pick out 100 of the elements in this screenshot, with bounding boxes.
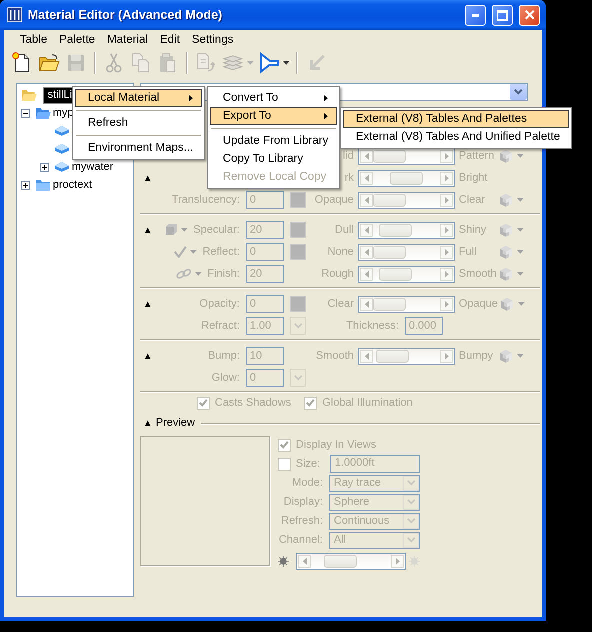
checkbox-label: Casts Shadows [215,397,292,409]
open-folder-icon[interactable] [38,52,60,74]
dropdown-button[interactable] [510,84,527,100]
cone-icon[interactable] [258,52,280,74]
slider-label: Clear [459,194,486,206]
chevron-down-icon [514,89,523,95]
slider-label: rk [344,172,354,184]
close-button[interactable] [519,4,540,26]
menu-item[interactable]: External (V8) Tables And Palettes [343,110,570,128]
menu-bar-item[interactable]: Palette [54,34,102,46]
menu-item[interactable]: Environment Maps... [75,139,202,157]
left-arrow-icon [364,152,368,160]
field-label: Refresh: [280,515,323,527]
menu-item[interactable]: Refresh [75,114,202,132]
menu-bar-item[interactable]: Settings [186,34,240,46]
scroll-right-button[interactable] [440,150,453,162]
right-arrow-icon [444,300,448,308]
chevron-down-icon [406,499,416,505]
collapse-arrow[interactable]: ▲ [140,418,156,428]
menu-item[interactable]: External (V8) Tables And Unified Palette [343,128,570,146]
slider-label: lid [342,150,354,162]
dropdown-button[interactable] [403,532,419,548]
menu-bar-item[interactable]: Table [14,34,54,46]
slider-label: Pattern [459,150,496,162]
right-arrow-icon [444,152,448,160]
section-title: Preview [156,417,196,429]
maximize-icon [497,10,508,20]
tree-item[interactable]: mywater [70,159,116,175]
menu-bar-item[interactable]: Edit [154,34,186,46]
field-label: Channel: [278,534,323,546]
slider-label: Shiny [459,224,488,236]
menu-item[interactable]: Update From Library [210,132,338,150]
minimize-button[interactable] [465,4,486,26]
scroll-left-button[interactable] [360,224,373,236]
maximize-button[interactable] [492,4,513,26]
right-arrow-icon [444,196,448,204]
slider[interactable] [296,553,406,570]
scroll-left-button[interactable] [360,150,373,162]
field-label: Mode: [291,477,323,489]
dropdown-button[interactable] [403,514,419,528]
slider-label: Bumpy [459,350,494,362]
scroll-right-button[interactable] [440,194,453,206]
left-arrow-icon [302,558,306,565]
window-title: Material Editor (Advanced Mode) [28,8,224,22]
slider-label: Rough [322,268,354,280]
left-arrow-icon [364,196,368,204]
scroll-right-button[interactable] [440,298,453,310]
left-arrow-icon [364,270,368,278]
checkbox-label: Display In Views [296,439,376,451]
menu-bar-item[interactable]: Material [101,34,154,46]
menu-item[interactable]: Export To [210,107,338,125]
field-label: Translucency: [172,194,240,206]
chevron-down-icon [294,323,302,329]
slider-label: Smooth [316,350,354,362]
slider-label: Clear [328,298,354,310]
field-label: Finish: [208,268,240,280]
tree-item[interactable]: proctext [51,177,94,193]
checkbox[interactable] [278,458,291,470]
checkbox[interactable] [278,438,291,452]
expand-icon[interactable] [40,162,49,172]
checkmark-icon [280,441,289,449]
left-arrow-icon [364,226,368,234]
dim-sun-icon [278,555,289,568]
slider-label: None [328,246,354,258]
chevron-down-icon [406,480,416,486]
checkbox-label: Size: [296,458,320,470]
expand-icon[interactable] [21,180,30,190]
dropdown-button[interactable] [403,476,419,490]
chevron-down-icon [406,518,416,524]
field-label: Display: [282,496,323,508]
scroll-left-button[interactable] [298,555,311,568]
scroll-right-button[interactable] [440,246,453,258]
right-arrow-icon [444,352,448,360]
scroll-left-button[interactable] [360,194,373,206]
right-arrow-icon [444,226,448,234]
right-arrow-icon [396,558,400,565]
collapse-icon[interactable] [21,108,30,118]
slider-thumb[interactable] [324,555,357,568]
chevron-down-icon [294,375,302,381]
scroll-left-button[interactable] [360,298,373,310]
scroll-right-button[interactable] [391,555,404,568]
right-arrow-icon [444,270,448,278]
menu-item[interactable]: Convert To [210,89,338,107]
dropdown-caret-icon[interactable] [283,61,290,65]
left-arrow-icon [364,300,368,308]
menu-item[interactable]: Local Material [75,89,202,107]
field-label: Opacity: [200,298,240,310]
field-label: Specular: [194,224,240,236]
dropdown-button[interactable] [403,494,419,510]
field-label: Refract: [201,320,240,332]
scroll-left-button[interactable] [360,246,373,258]
slider-label: Dull [335,224,354,236]
menu-item[interactable]: Copy To Library [210,150,338,168]
slider-label: Full [459,246,478,258]
app-icon [7,7,23,23]
scroll-right-button[interactable] [440,224,453,236]
field-label: Glow: [212,372,240,384]
field-label: Bump: [208,350,240,362]
checkbox-label: Global Illumination [322,397,413,409]
right-arrow-icon [444,248,448,256]
